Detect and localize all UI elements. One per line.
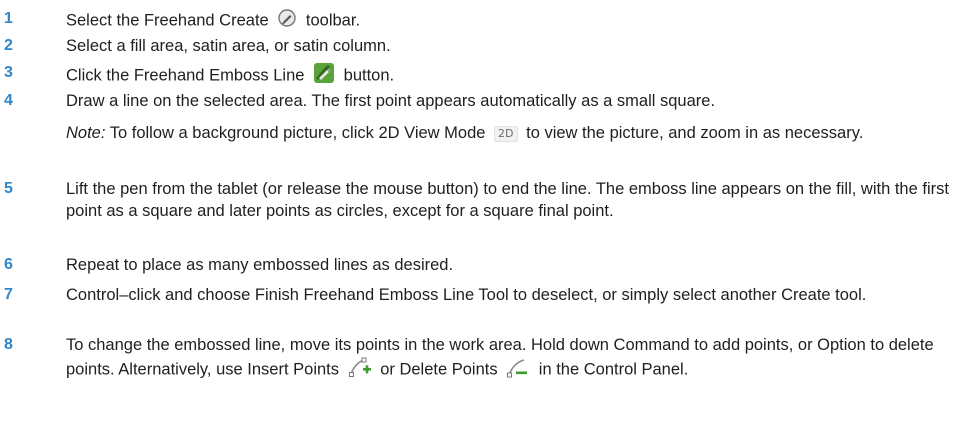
freehand-emboss-line-icon: [313, 62, 335, 90]
step-text: Draw a line on the selected area. The fi…: [66, 92, 716, 110]
note-label: Note:: [66, 124, 106, 142]
note-text-part: to view the picture, and zoom in as nece…: [526, 124, 864, 142]
step-text-part: To change the embossed line, move its po…: [66, 336, 934, 379]
step-text: To change the embossed line, move its po…: [66, 334, 956, 384]
step-text-part: Click the Freehand Emboss Line: [66, 66, 305, 85]
step-text-part: toolbar.: [305, 11, 361, 30]
step-text: Select a fill area, satin area, or satin…: [66, 37, 391, 55]
step-text-part: or Delete Points: [380, 360, 498, 379]
step-text: Click the Freehand Emboss Line button.: [66, 62, 956, 90]
step-number: 6: [4, 256, 13, 273]
delete-points-icon: [506, 356, 530, 384]
insert-points-icon: [348, 356, 372, 384]
step-number: 4: [4, 92, 13, 109]
step-number: 2: [4, 37, 13, 54]
note-text-part: To follow a background picture, click 2D…: [109, 124, 486, 142]
2d-view-mode-icon: 2D: [494, 125, 518, 142]
step-text-part: Select the Freehand Create: [66, 11, 269, 30]
step-number: 3: [4, 64, 13, 81]
step-number: 1: [4, 10, 13, 27]
note-text: Note: To follow a background picture, cl…: [66, 122, 956, 144]
step-number: 5: [4, 180, 13, 197]
step-text: Lift the pen from the tablet (or release…: [66, 180, 949, 220]
step-number: 8: [4, 336, 13, 353]
freehand-create-icon: [277, 8, 297, 34]
step-text-part: in the Control Panel.: [538, 360, 689, 379]
step-text: Control–click and choose Finish Freehand…: [66, 286, 867, 304]
step-text: Repeat to place as many embossed lines a…: [66, 256, 454, 274]
step-text: Select the Freehand Create toolbar.: [66, 8, 956, 34]
step-number: 7: [4, 286, 13, 303]
step-text-part: button.: [343, 66, 395, 85]
